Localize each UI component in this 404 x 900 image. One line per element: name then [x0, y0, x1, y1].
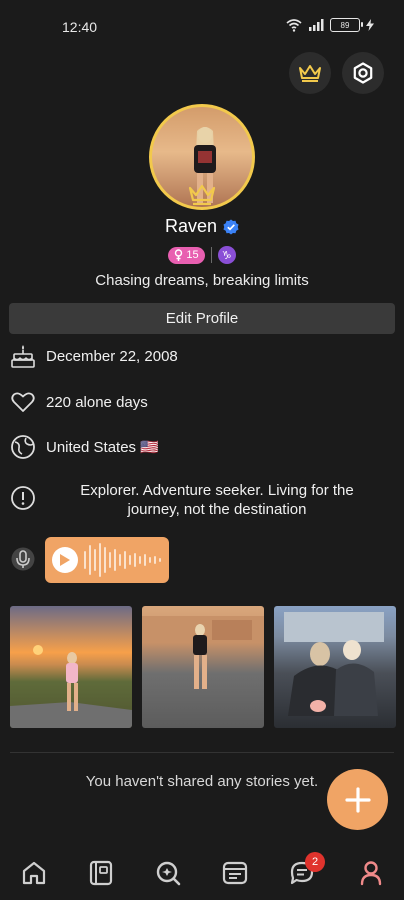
profile-icon	[360, 861, 382, 886]
crown-icon	[299, 65, 321, 82]
level-badge: 15	[168, 246, 205, 264]
battery-indicator: 89	[330, 18, 363, 32]
search-icon	[156, 861, 181, 886]
group-photo	[284, 612, 384, 716]
heart-icon	[10, 389, 36, 415]
charging-icon	[366, 19, 374, 31]
settings-button[interactable]	[342, 52, 384, 94]
zodiac-capricorn-icon: ♑	[217, 246, 236, 264]
name-row: Raven	[0, 216, 404, 237]
profile-name: Raven	[164, 216, 218, 236]
nav-feed[interactable]	[219, 857, 251, 889]
signal-icon	[309, 19, 324, 31]
status-time: 12:40	[62, 19, 98, 35]
country-row: United States 🇺🇸	[10, 434, 159, 460]
alone-days-row: 220 alone days	[10, 389, 148, 415]
avatar-crown-icon	[188, 184, 216, 205]
gallery-photo[interactable]	[142, 606, 264, 728]
alone-days-text: 220 alone days	[46, 393, 148, 411]
sunset-photo	[10, 645, 132, 728]
info-icon	[10, 485, 36, 511]
birthday-text: December 22, 2008	[46, 347, 178, 365]
microphone-icon	[10, 546, 36, 572]
nav-discover[interactable]	[152, 857, 184, 889]
status-icons: 89	[286, 18, 374, 32]
messages-badge: 2	[305, 852, 325, 872]
photo-gallery	[10, 606, 396, 728]
plus-icon	[344, 786, 371, 813]
gallery-photo[interactable]	[10, 606, 132, 728]
cake-icon	[10, 343, 36, 369]
gallery-photo[interactable]	[274, 606, 396, 728]
play-icon	[60, 554, 70, 566]
globe-icon	[10, 434, 36, 460]
section-divider	[10, 752, 394, 753]
premium-button[interactable]	[289, 52, 331, 94]
bottom-nav: 2	[0, 845, 404, 900]
female-icon	[175, 249, 183, 261]
driveway-photo	[142, 616, 264, 689]
verified-icon	[223, 219, 239, 234]
play-button[interactable]	[52, 547, 78, 573]
profile-badges: 15 ♑	[0, 246, 404, 264]
level-value: 15	[186, 249, 199, 261]
birthday-row: December 22, 2008	[10, 343, 178, 369]
feed-icon	[222, 861, 248, 885]
audio-waveform	[84, 543, 161, 577]
wifi-icon	[286, 19, 302, 32]
badge-divider	[210, 247, 212, 263]
nav-journal[interactable]	[85, 857, 117, 889]
country-text: United States 🇺🇸	[46, 439, 159, 456]
edit-profile-button[interactable]: Edit Profile	[9, 303, 395, 334]
status-bar: 12:40 89	[0, 0, 404, 48]
home-icon	[22, 861, 46, 885]
nav-home[interactable]	[18, 857, 50, 889]
battery-level: 89	[340, 20, 350, 30]
book-icon	[89, 860, 113, 886]
nav-profile[interactable]	[355, 857, 387, 889]
about-text: Explorer. Adventure seeker. Living for t…	[80, 482, 354, 518]
settings-icon	[353, 62, 373, 84]
profile-bio: Chasing dreams, breaking limits	[95, 272, 309, 289]
add-story-button[interactable]	[327, 769, 388, 830]
voice-intro-player[interactable]	[45, 537, 169, 583]
